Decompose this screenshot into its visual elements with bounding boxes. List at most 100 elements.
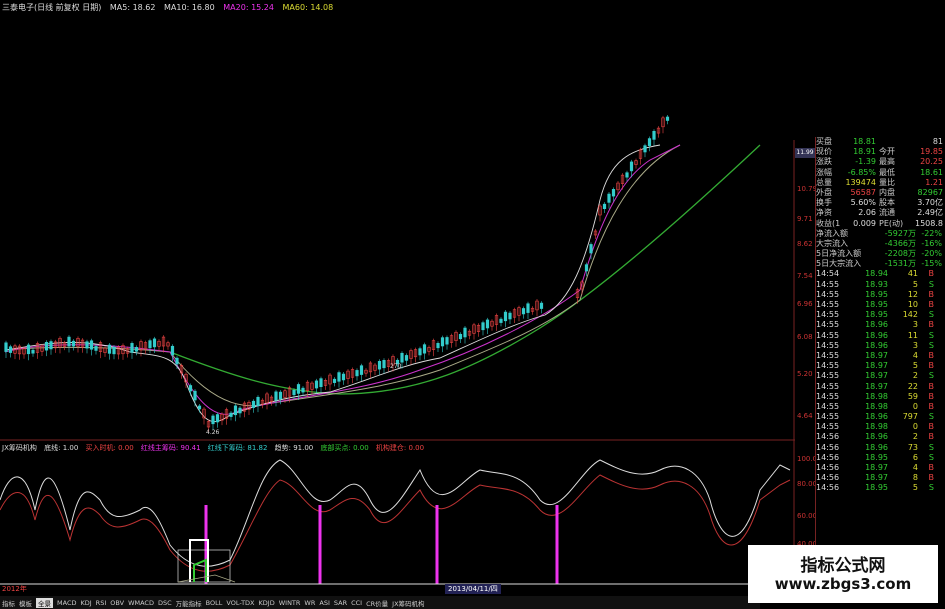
tick-volume: 22 bbox=[907, 381, 918, 391]
candle-body bbox=[278, 391, 283, 400]
tick-list[interactable]: 14:54 18.94 41 B 14:55 18.93 5 S 14:55 18.95 12 B 14… bbox=[816, 269, 945, 493]
indicator-tab[interactable]: BOLL bbox=[206, 599, 223, 607]
tick-direction: B bbox=[928, 320, 935, 330]
tick-time: 14:55 bbox=[816, 361, 840, 371]
price-axis: 10.79 9.71 8.62 7.54 6.96 6.08 5.20 4.64 100.00 8… bbox=[795, 140, 822, 590]
indicator-tab[interactable]: RSI bbox=[96, 599, 107, 607]
tick-time: 14:55 bbox=[816, 391, 840, 401]
tick-direction: B bbox=[928, 463, 935, 472]
flow-label: 5日净流入额 bbox=[816, 249, 862, 259]
flow-pct: -20% bbox=[921, 249, 942, 259]
candle-body bbox=[539, 302, 544, 309]
quote-value: -6.85% bbox=[847, 167, 876, 177]
tick-time: 14:56 bbox=[816, 473, 840, 483]
indicator-tab[interactable]: 模板 bbox=[19, 598, 32, 608]
tick-time: 14:55 bbox=[816, 401, 840, 411]
tick-row[interactable]: 14:55 18.96 797 S bbox=[816, 412, 945, 422]
candle-body bbox=[319, 378, 323, 387]
quote-label: 收益(1) bbox=[816, 218, 840, 228]
tick-row[interactable]: 14:55 18.96 3 S bbox=[816, 341, 945, 351]
candle-body bbox=[526, 303, 530, 313]
candle-body bbox=[665, 116, 670, 121]
tick-row[interactable]: 14:56 18.95 5 S bbox=[816, 483, 945, 493]
quote-label bbox=[876, 137, 905, 147]
indicator-tab[interactable]: SAR bbox=[334, 599, 347, 607]
indicator-tab[interactable]: CR价量 bbox=[366, 598, 388, 608]
indicator-item: 底线: 1.00 bbox=[44, 444, 79, 452]
candle-body bbox=[71, 340, 76, 347]
candle-body bbox=[647, 138, 652, 146]
indicator-tab[interactable]: WR bbox=[304, 599, 315, 607]
tick-row[interactable]: 14:55 18.98 0 B bbox=[816, 402, 945, 412]
indicator-tab[interactable]: KDJD bbox=[259, 599, 275, 607]
indicator-tab[interactable]: CCI bbox=[351, 599, 362, 607]
tick-row[interactable]: 14:55 18.98 0 B bbox=[816, 422, 945, 432]
indicator-tab[interactable]: JX筹码机构 bbox=[392, 598, 424, 608]
tick-row[interactable]: 14:55 18.95 12 B bbox=[816, 290, 945, 300]
tick-price: 18.96 bbox=[865, 412, 888, 422]
indicator-tab[interactable]: 指标 bbox=[2, 598, 15, 608]
indicator-tabs[interactable]: 指标 模板 全景 MACD KDJ RSI OBV WMACD DSC 万能指标 BOLL VOL-T… bbox=[0, 596, 760, 609]
indicator-tab[interactable]: ASI bbox=[319, 599, 330, 607]
indicator-tab[interactable]: WMACD bbox=[128, 599, 154, 607]
quote-row: 涨跌 -1.39 最高 20.25 bbox=[816, 157, 945, 167]
indicator-tab[interactable]: MACD bbox=[57, 599, 76, 607]
tick-row[interactable]: 14:55 18.97 2 S bbox=[816, 371, 945, 381]
watermark-title: 指标公式网 bbox=[800, 556, 886, 576]
indicator-name[interactable]: JX筹码机构 bbox=[2, 444, 37, 452]
tick-row[interactable]: 14:55 18.97 4 B bbox=[816, 351, 945, 361]
tick-row[interactable]: 14:55 18.93 5 S bbox=[816, 280, 945, 290]
tick-row[interactable]: 14:56 18.95 6 S bbox=[816, 453, 945, 463]
indicator-tab[interactable]: KDJ bbox=[80, 599, 91, 607]
candle-body bbox=[130, 343, 134, 353]
quote-row: 总量 139474 量比 1.21 bbox=[816, 178, 945, 188]
tick-direction: S bbox=[928, 330, 934, 340]
candle-body bbox=[652, 130, 656, 140]
candlestick-chart[interactable]: 4.26 270 bbox=[0, 0, 795, 590]
quote-value: -1.39 bbox=[855, 157, 876, 167]
quote-row: 收益(1) 0.009PE(动) 1508.8 bbox=[816, 219, 945, 229]
quote-value: 20.25 bbox=[920, 157, 943, 167]
date-axis: 2012年 2013/04/11/四 bbox=[0, 584, 760, 596]
candle-body bbox=[193, 390, 197, 401]
quote-label: 流通 bbox=[879, 208, 895, 218]
indicator-tab[interactable]: DSC bbox=[158, 599, 172, 607]
tick-row[interactable]: 14:55 18.97 22 B bbox=[816, 382, 945, 392]
candle-body bbox=[332, 378, 337, 383]
indicator-tab[interactable]: 万能指标 bbox=[176, 598, 202, 608]
tick-row[interactable]: 14:56 18.97 8 B bbox=[816, 473, 945, 483]
candle-body bbox=[188, 385, 193, 392]
candle-body bbox=[256, 396, 260, 407]
oscillator-white-line bbox=[0, 459, 791, 567]
indicator-tab[interactable]: 全景 bbox=[36, 597, 53, 608]
tick-row[interactable]: 14:55 18.95 142 S bbox=[816, 310, 945, 320]
candle-body bbox=[44, 341, 49, 351]
quote-label: 总量 bbox=[816, 177, 832, 187]
indicator-tab[interactable]: OBV bbox=[110, 599, 124, 607]
tick-row[interactable]: 14:56 18.97 4 B bbox=[816, 463, 945, 473]
candle-body bbox=[31, 349, 35, 354]
tick-price: 18.97 bbox=[865, 381, 888, 391]
indicator-item: 趋势: 91.00 bbox=[274, 444, 314, 452]
candle-body bbox=[341, 373, 346, 381]
tick-row[interactable]: 14:55 18.98 59 B bbox=[816, 392, 945, 402]
tick-row[interactable]: 14:56 18.96 2 B bbox=[816, 432, 945, 442]
candle-body bbox=[629, 161, 634, 172]
tick-time: 14:55 bbox=[816, 310, 840, 320]
tick-row[interactable]: 14:54 18.94 41 B bbox=[816, 269, 945, 279]
tick-price: 18.98 bbox=[865, 391, 888, 401]
candle-body bbox=[175, 357, 179, 365]
tick-row[interactable]: 14:56 18.96 73 S bbox=[816, 443, 945, 453]
tick-price: 18.95 bbox=[865, 310, 888, 320]
tick-direction: B bbox=[928, 432, 935, 442]
tick-row[interactable]: 14:55 18.96 11 S bbox=[816, 331, 945, 341]
tick-row[interactable]: 14:55 18.97 5 B bbox=[816, 361, 945, 371]
tick-row[interactable]: 14:55 18.95 10 B bbox=[816, 300, 945, 310]
tick-volume: 3 bbox=[912, 320, 918, 330]
indicator-tab[interactable]: WINTR bbox=[279, 599, 301, 607]
quote-value: 5.60% bbox=[850, 198, 876, 208]
indicator-tab[interactable]: VOL-TDX bbox=[226, 599, 254, 607]
tick-row[interactable]: 14:55 18.96 3 B bbox=[816, 320, 945, 330]
tick-direction: B bbox=[928, 300, 935, 309]
candle-body bbox=[229, 412, 233, 417]
